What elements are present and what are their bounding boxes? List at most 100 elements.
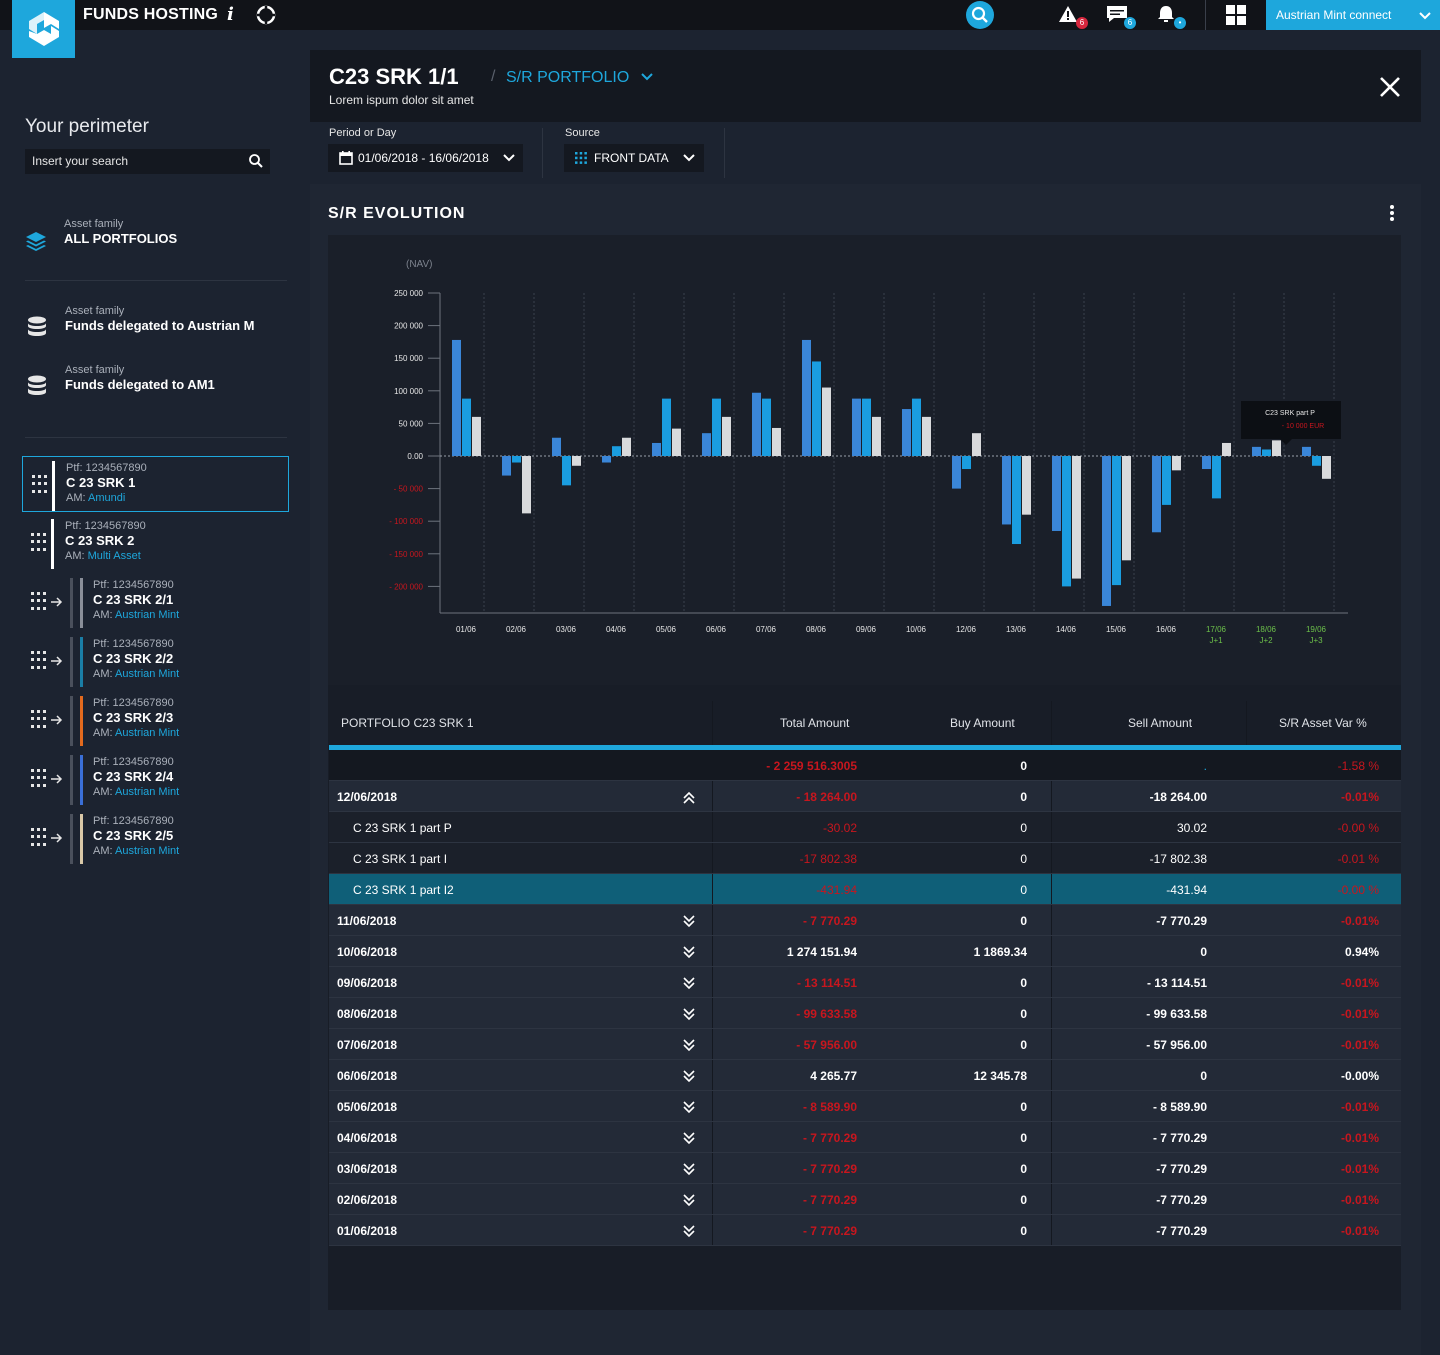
chart-bar[interactable]	[722, 416, 731, 456]
col-total[interactable]: Total Amount	[780, 716, 849, 730]
chart-bar[interactable]	[762, 398, 771, 456]
portfolio-am[interactable]: Austrian Mint	[115, 786, 179, 798]
portfolio-am[interactable]: Multi Asset	[88, 550, 141, 562]
chart-bar[interactable]	[472, 416, 481, 456]
col-sell[interactable]: Sell Amount	[1128, 716, 1192, 730]
chart-bar[interactable]	[1212, 456, 1221, 499]
chart-bar[interactable]	[562, 456, 571, 486]
chevrons-up-icon[interactable]	[683, 791, 695, 804]
chevrons-down-icon[interactable]	[683, 946, 695, 959]
portfolio-item[interactable]: Ptf: 1234567890 C 23 SRK 2/3 AM: Austria…	[22, 692, 289, 748]
chart-bar[interactable]	[1062, 456, 1071, 587]
chart-bar[interactable]	[502, 456, 511, 476]
perimeter-search-input[interactable]: Insert your search	[25, 149, 270, 174]
chart-bar[interactable]	[522, 456, 531, 514]
chart-bar[interactable]	[1262, 449, 1271, 456]
user-menu[interactable]: Austrian Mint connect	[1266, 0, 1440, 30]
chevrons-down-icon[interactable]	[683, 1132, 695, 1145]
chart-bar[interactable]	[822, 387, 831, 456]
chart-bar[interactable]	[602, 456, 611, 463]
chart-bar[interactable]	[1012, 456, 1021, 545]
chart-bar[interactable]	[912, 398, 921, 456]
chevrons-down-icon[interactable]	[683, 1039, 695, 1052]
portfolio-am[interactable]: Austrian Mint	[115, 609, 179, 621]
chart-bar[interactable]	[1222, 442, 1231, 456]
col-var[interactable]: S/R Asset Var %	[1279, 716, 1367, 730]
chart-bar[interactable]	[1322, 456, 1331, 479]
drag-handle-icon[interactable]	[31, 828, 46, 848]
chevrons-down-icon[interactable]	[683, 1008, 695, 1021]
chevrons-down-icon[interactable]	[683, 1070, 695, 1083]
portfolio-item[interactable]: Ptf: 1234567890 C 23 SRK 2/5 AM: Austria…	[22, 810, 289, 866]
chart-bar[interactable]	[662, 398, 671, 456]
chart-bar[interactable]	[1272, 440, 1281, 456]
close-icon[interactable]	[1378, 75, 1402, 99]
chart-bar[interactable]	[452, 339, 461, 456]
info-icon[interactable]: i	[227, 4, 234, 25]
chart-bar[interactable]	[1022, 456, 1031, 515]
global-search-button[interactable]	[966, 1, 994, 29]
apps-grid-icon[interactable]	[1226, 5, 1246, 25]
chart-bar[interactable]	[652, 442, 661, 456]
table-row-date[interactable]: 01/06/2018 - 7 770.29 0 -7 770.29 -0.01%	[329, 1215, 1401, 1246]
table-row-date[interactable]: 02/06/2018 - 7 770.29 0 -7 770.29 -0.01%	[329, 1184, 1401, 1215]
portfolio-am[interactable]: Austrian Mint	[115, 845, 179, 857]
chart-bar[interactable]	[772, 427, 781, 456]
chevrons-down-icon[interactable]	[683, 1101, 695, 1114]
alerts-button[interactable]: 6	[1058, 4, 1088, 29]
chart-bar[interactable]	[712, 398, 721, 456]
chart-bar[interactable]	[512, 456, 521, 463]
chart-bar[interactable]	[1112, 456, 1121, 586]
table-row-date[interactable]: 10/06/2018 1 274 151.94 1 1869.34 0 0.94%	[329, 936, 1401, 967]
drag-handle-icon[interactable]	[32, 475, 47, 495]
drag-handle-icon[interactable]	[31, 592, 46, 612]
portfolio-item[interactable]: Ptf: 1234567890 C 23 SRK 2/4 AM: Austria…	[22, 751, 289, 807]
chart-bar[interactable]	[802, 339, 811, 456]
table-row-date[interactable]: 12/06/2018 - 18 264.00 0 -18 264.00 -0.01%	[329, 781, 1401, 812]
portfolio-am[interactable]: Amundi	[88, 492, 125, 504]
drag-handle-icon[interactable]	[31, 769, 46, 789]
chart-bar[interactable]	[1312, 456, 1321, 466]
portfolio-item[interactable]: Ptf: 1234567890 C 23 SRK 2/1 AM: Austria…	[22, 574, 289, 630]
app-logo[interactable]	[12, 0, 75, 58]
chart-bar[interactable]	[1002, 456, 1011, 525]
messages-button[interactable]: 6	[1106, 4, 1136, 29]
chart-bar[interactable]	[752, 392, 761, 456]
notifications-button[interactable]: •	[1156, 4, 1186, 29]
table-row-date[interactable]: 04/06/2018 - 7 770.29 0 - 7 770.29 -0.01%	[329, 1122, 1401, 1153]
table-row-date[interactable]: 11/06/2018 - 7 770.29 0 -7 770.29 -0.01%	[329, 905, 1401, 936]
chart-bar[interactable]	[852, 398, 861, 456]
chart-bar[interactable]	[952, 456, 961, 489]
chart-bar[interactable]	[902, 409, 911, 456]
table-row-date[interactable]: 07/06/2018 - 57 956.00 0 - 57 956.00 -0.01%	[329, 1029, 1401, 1060]
chart-bar[interactable]	[612, 446, 621, 456]
chart-bar[interactable]	[1202, 456, 1211, 470]
col-buy[interactable]: Buy Amount	[950, 716, 1015, 730]
table-row-subfund[interactable]: C 23 SRK 1 part I2 -431.94 0 -431.94 -0.00 %	[329, 874, 1401, 905]
table-row-subfund[interactable]: C 23 SRK 1 part P -30.02 0 30.02 -0.00 %	[329, 812, 1401, 843]
chart-bar[interactable]	[1162, 456, 1171, 505]
chevrons-down-icon[interactable]	[683, 1225, 695, 1238]
chevrons-down-icon[interactable]	[683, 915, 695, 928]
portfolio-item[interactable]: Ptf: 1234567890 C 23 SRK 2 AM: Multi Ass…	[22, 515, 289, 571]
chart-bar[interactable]	[552, 437, 561, 456]
chart-bar[interactable]	[702, 433, 711, 456]
table-row-date[interactable]: 05/06/2018 - 8 589.90 0 - 8 589.90 -0.01%	[329, 1091, 1401, 1122]
table-row-date[interactable]: 06/06/2018 4 265.77 12 345.78 0 -0.00%	[329, 1060, 1401, 1091]
chart-bar[interactable]	[862, 398, 871, 456]
chart-bar[interactable]	[1122, 456, 1131, 561]
view-selector[interactable]: S/R PORTFOLIO	[506, 69, 654, 87]
chart-bar[interactable]	[1052, 456, 1061, 531]
chart-bar[interactable]	[1302, 446, 1311, 456]
source-select[interactable]: FRONT DATA	[564, 144, 704, 172]
search-icon[interactable]	[248, 153, 264, 169]
portfolio-am[interactable]: Austrian Mint	[115, 727, 179, 739]
chart-bar[interactable]	[1102, 456, 1111, 606]
chart-bar[interactable]	[672, 428, 681, 456]
chart-bar[interactable]	[572, 456, 581, 466]
chart-bar[interactable]	[462, 398, 471, 456]
chart-bar[interactable]	[622, 437, 631, 456]
drag-handle-icon[interactable]	[31, 533, 46, 553]
chart-bar[interactable]	[1152, 456, 1161, 533]
more-vertical-icon[interactable]	[1389, 204, 1395, 222]
